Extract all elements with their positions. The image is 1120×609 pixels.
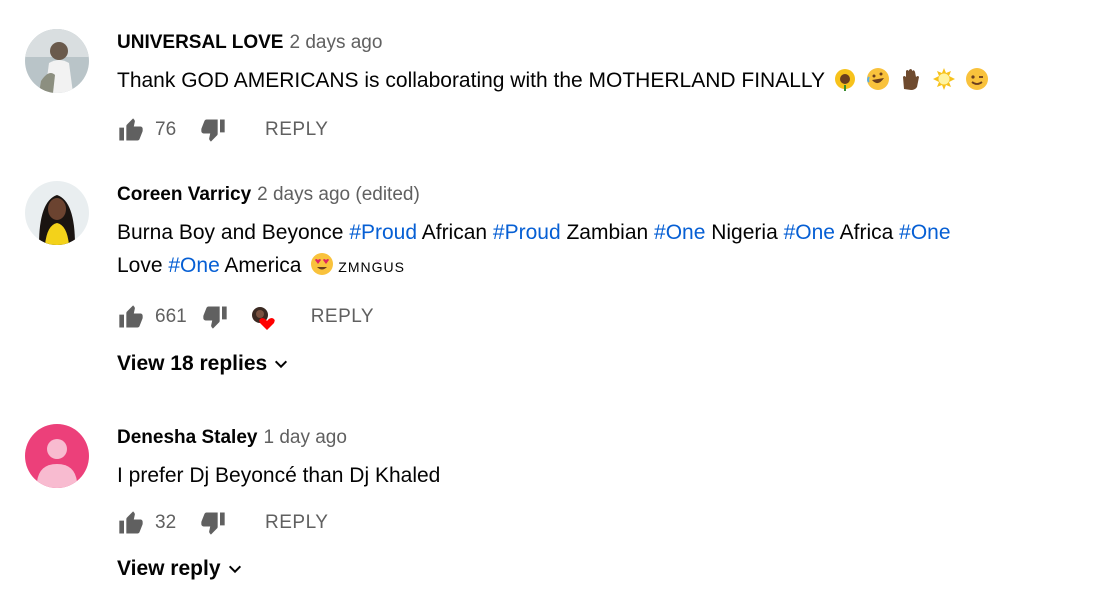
- heart-eyes-emoji-icon: [310, 252, 334, 286]
- dislike-icon[interactable]: [201, 303, 229, 331]
- dislike-icon[interactable]: [199, 509, 227, 537]
- like-count: 661: [155, 306, 187, 327]
- comment-author[interactable]: Coreen Varricy: [117, 184, 251, 205]
- winking-face-emoji-icon: [965, 67, 989, 101]
- rolling-laughing-emoji-icon: [866, 67, 890, 101]
- avatar[interactable]: [25, 29, 89, 93]
- sun-emoji-icon: [932, 67, 956, 101]
- comment-author[interactable]: UNIVERSAL LOVE: [117, 32, 283, 53]
- avatar[interactable]: [25, 181, 89, 245]
- hashtag-link[interactable]: #One: [784, 221, 835, 244]
- comment-text: Thank GOD AMERICANS is collaborating wit…: [117, 64, 1037, 101]
- view-replies-button[interactable]: View 18 replies: [117, 352, 289, 376]
- reply-button[interactable]: REPLY: [265, 119, 328, 141]
- hashtag-link[interactable]: #One: [168, 254, 219, 277]
- reply-button[interactable]: REPLY: [311, 306, 374, 328]
- like-icon[interactable]: [117, 116, 145, 144]
- like-icon[interactable]: [117, 303, 145, 331]
- hashtag-link[interactable]: #Proud: [349, 221, 417, 244]
- hashtag-link[interactable]: #One: [654, 221, 705, 244]
- like-icon[interactable]: [117, 509, 145, 537]
- like-count: 32: [155, 512, 177, 533]
- comment-time[interactable]: 2 days ago (edited): [257, 184, 420, 205]
- sunflower-emoji-icon: [833, 67, 857, 101]
- badge-text: ZMNGUS: [338, 259, 405, 275]
- hashtag-link[interactable]: #One: [899, 221, 950, 244]
- dislike-icon[interactable]: [199, 116, 227, 144]
- chevron-down-icon: [275, 360, 288, 369]
- chevron-down-icon: [228, 565, 241, 574]
- comment-text: Burna Boy and Beyonce #Proud African #Pr…: [117, 216, 1037, 286]
- default-avatar-icon[interactable]: [25, 424, 89, 488]
- view-reply-button[interactable]: View reply: [117, 557, 243, 581]
- creator-heart-icon: [249, 303, 277, 331]
- reply-button[interactable]: REPLY: [265, 512, 328, 534]
- comment-time[interactable]: 2 days ago: [289, 32, 382, 53]
- raised-hand-emoji-icon: [899, 67, 923, 101]
- comment-time[interactable]: 1 day ago: [263, 427, 346, 448]
- comment-text: I prefer Dj Beyoncé than Dj Khaled: [117, 464, 441, 487]
- hashtag-link[interactable]: #Proud: [493, 221, 561, 244]
- like-count: 76: [155, 119, 177, 140]
- comment-author[interactable]: Denesha Staley: [117, 427, 257, 448]
